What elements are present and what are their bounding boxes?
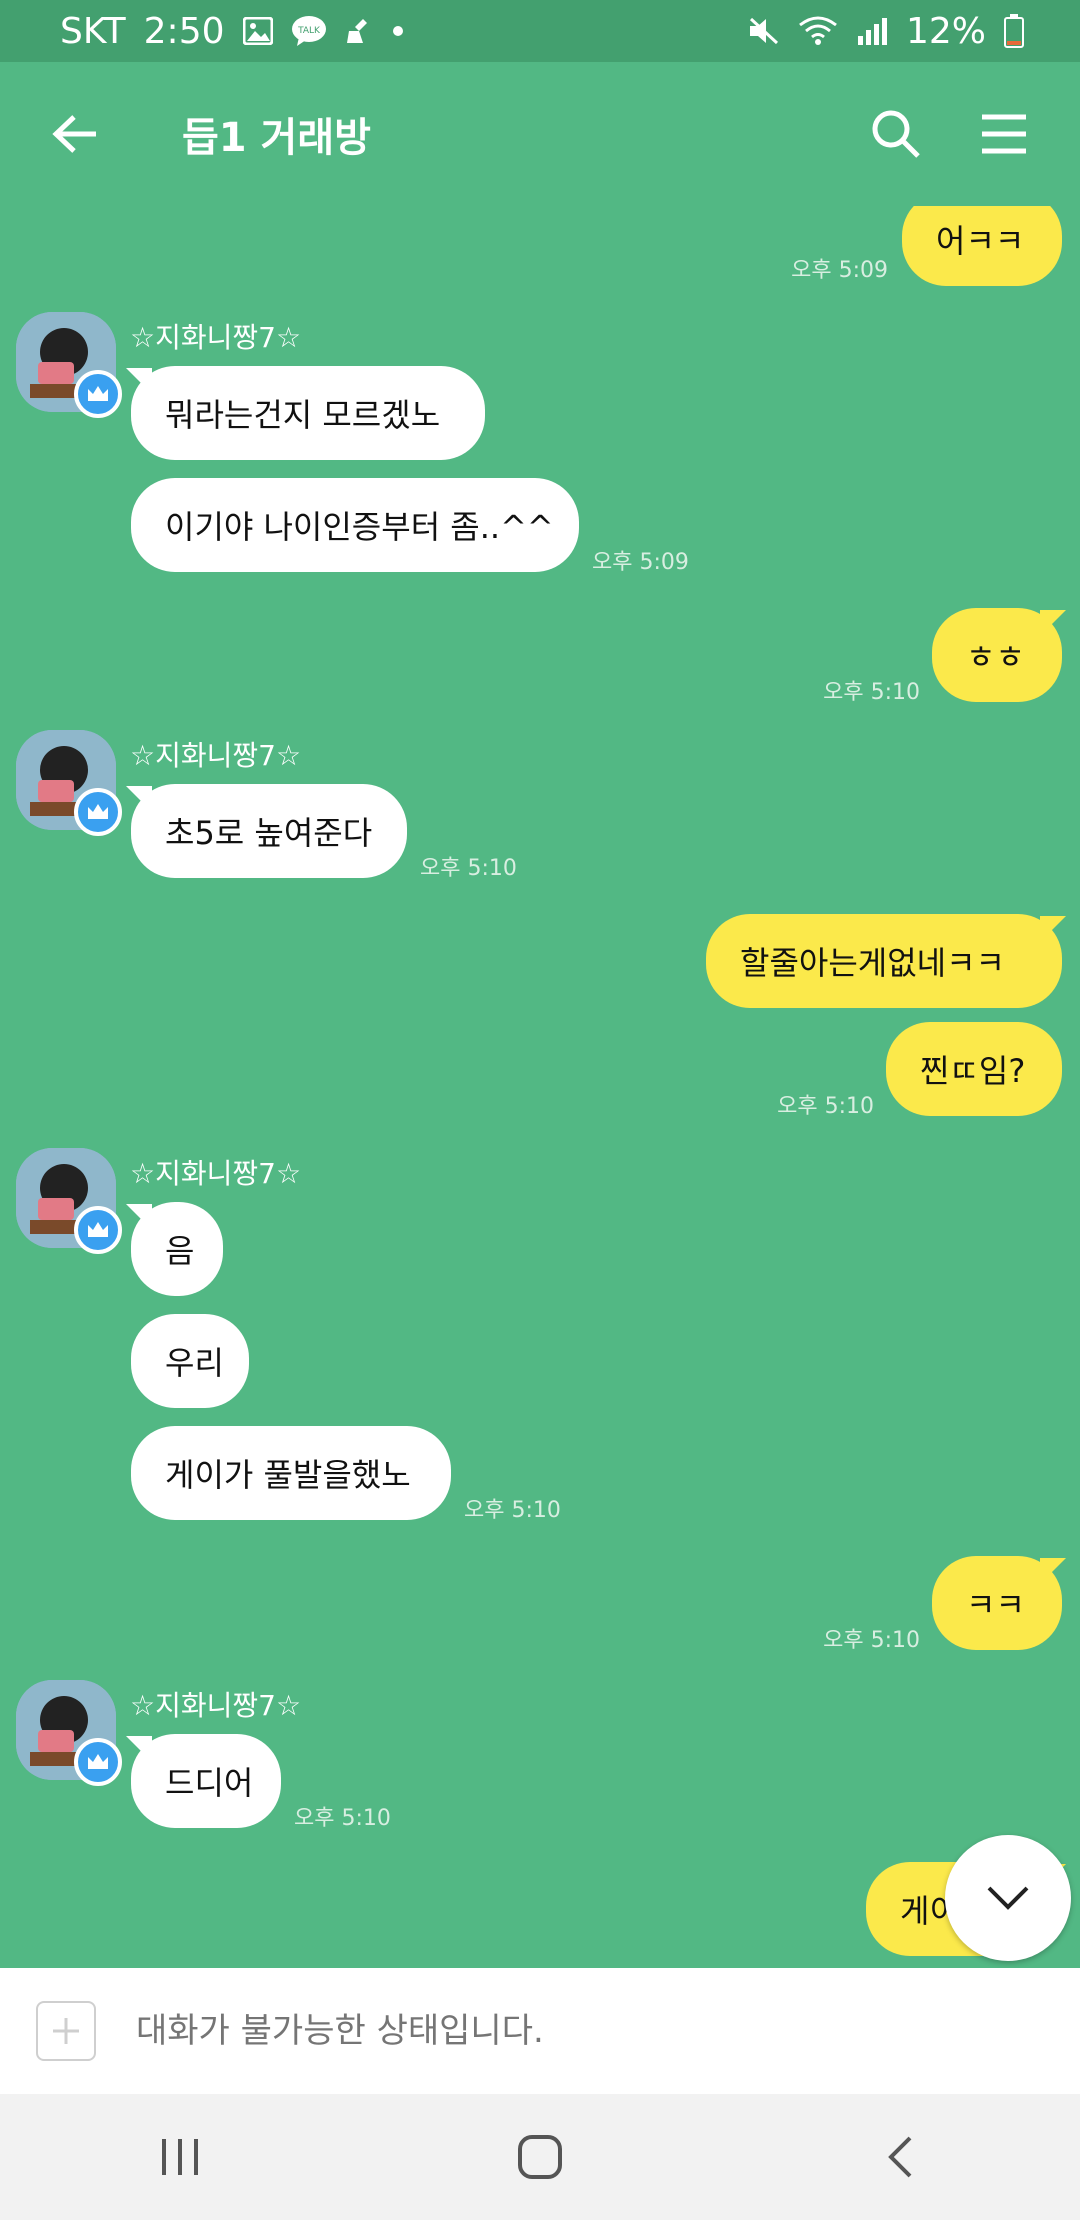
incoming-message[interactable]: 음: [131, 1202, 223, 1296]
incoming-message[interactable]: 뭐라는건지 모르겠노: [131, 366, 485, 460]
message-input-bar: [0, 1968, 1080, 2094]
sender-name: ☆지화니짱7☆: [130, 1157, 302, 1190]
battery-icon: [1004, 14, 1024, 48]
message-text: 할줄아는게없네ㅋㅋ: [740, 944, 1005, 982]
clock: 2:50: [143, 10, 225, 52]
menu-icon[interactable]: [968, 98, 1040, 170]
message-text: 드디어: [165, 1764, 254, 1802]
message-time: 오후 5:09: [592, 550, 689, 575]
outgoing-message[interactable]: 할줄아는게없네ㅋㅋ: [706, 914, 1062, 1008]
plus-icon: [53, 2018, 79, 2044]
chevron-down-icon: [987, 1886, 1029, 1910]
chat-header: 듭1 거래방: [0, 62, 1080, 206]
back-icon[interactable]: [840, 2107, 960, 2207]
sender-name: ☆지화니짱7☆: [130, 739, 302, 772]
message-text: 찐ㄸ임?: [920, 1052, 1026, 1090]
wifi-icon: [798, 15, 838, 47]
talk-icon: TALK: [291, 15, 327, 47]
sender-name: ☆지화니짱7☆: [130, 321, 302, 354]
incoming-message[interactable]: 게이가 풀발을했노: [131, 1426, 451, 1520]
scroll-to-bottom-button[interactable]: [945, 1835, 1071, 1961]
avatar[interactable]: [16, 1680, 122, 1786]
incoming-message[interactable]: 이기야 나이인증부터 좀..^^: [131, 478, 579, 572]
message-text: 어ㅋㅋ: [936, 222, 1025, 260]
incoming-message[interactable]: 드디어: [131, 1734, 281, 1828]
message-text: ㅋㅋ: [966, 1586, 1025, 1624]
chat-title: 듭1 거래방: [182, 115, 371, 161]
search-icon[interactable]: [860, 98, 932, 170]
system-nav-bar: [0, 2094, 1080, 2220]
avatar[interactable]: [16, 312, 122, 418]
message-text: 뭐라는건지 모르겠노: [165, 396, 441, 434]
signal-icon: [856, 16, 888, 46]
mute-icon: [748, 16, 780, 46]
carrier-label: SKT: [60, 10, 126, 52]
message-time: 오후 5:10: [294, 1806, 391, 1831]
avatar[interactable]: [16, 1148, 122, 1254]
crown-badge-icon: [74, 1206, 122, 1254]
back-arrow-icon[interactable]: [40, 98, 112, 170]
message-time: 오후 5:10: [464, 1498, 561, 1523]
add-attachment-button[interactable]: [36, 2001, 96, 2061]
status-bar: SKT 2:50 TALK 12%: [0, 0, 1080, 62]
message-time: 오후 5:10: [823, 1628, 920, 1653]
crown-badge-icon: [74, 370, 122, 418]
incoming-message[interactable]: 우리: [131, 1314, 249, 1408]
message-time: 오후 5:10: [777, 1094, 874, 1119]
dot-icon: [391, 24, 405, 38]
status-right: 12%: [748, 11, 1024, 52]
battery-percent: 12%: [905, 10, 986, 52]
message-text: 우리: [165, 1344, 224, 1382]
svg-text:TALK: TALK: [297, 26, 321, 36]
message-list[interactable]: 어ㅋㅋ 오후 5:09 ☆지화니짱7☆ 뭐라는건지 모르겠노 이기야 나이인증부…: [0, 206, 1080, 1968]
home-icon[interactable]: [480, 2107, 600, 2207]
message-text: 초5로 높여준다: [165, 814, 373, 852]
cleaner-icon: [345, 17, 373, 45]
message-text: ㅎㅎ: [966, 638, 1025, 676]
message-input[interactable]: [134, 2010, 958, 2052]
message-text: 음: [165, 1232, 195, 1270]
message-time: 오후 5:10: [420, 856, 517, 881]
message-time: 오후 5:09: [791, 258, 888, 283]
recent-apps-icon[interactable]: [120, 2107, 240, 2207]
gallery-icon: [242, 17, 273, 45]
incoming-message[interactable]: 초5로 높여준다: [131, 784, 407, 878]
crown-badge-icon: [74, 788, 122, 836]
outgoing-message[interactable]: 찐ㄸ임?: [886, 1022, 1062, 1116]
message-text: 이기야 나이인증부터 좀..^^: [165, 508, 554, 546]
message-time: 오후 5:10: [823, 680, 920, 705]
outgoing-message[interactable]: 어ㅋㅋ: [902, 206, 1062, 286]
message-text: 게이가 풀발을했노: [165, 1456, 411, 1494]
avatar[interactable]: [16, 730, 122, 836]
crown-badge-icon: [74, 1738, 122, 1786]
sender-name: ☆지화니짱7☆: [130, 1689, 302, 1722]
status-left: SKT 2:50 TALK: [60, 11, 748, 52]
